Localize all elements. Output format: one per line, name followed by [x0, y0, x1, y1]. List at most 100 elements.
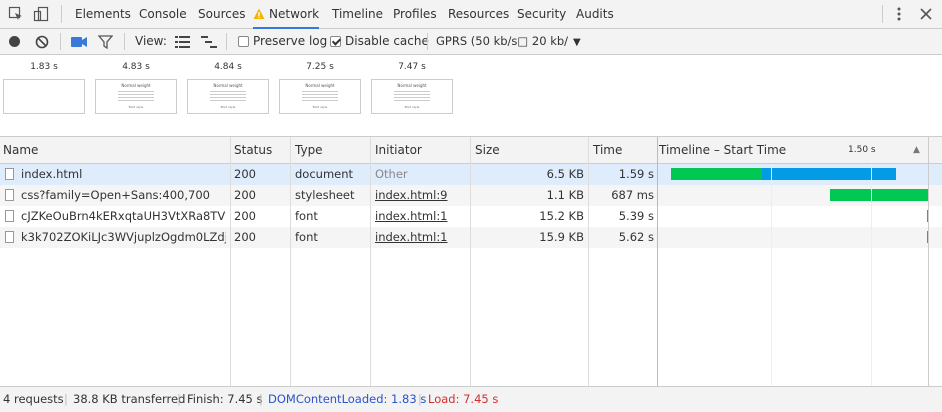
file-icon [5, 168, 14, 180]
thumbnail-text-line [210, 100, 246, 101]
network-summary-bar: 4 requests | 38.8 KB transferred | Finis… [0, 386, 942, 412]
preserve-log-box[interactable] [238, 36, 249, 47]
inspect-element-icon[interactable] [8, 6, 24, 22]
frame-timestamp: 4.83 s [122, 62, 150, 72]
view-label: View: [135, 34, 167, 48]
timeline-tick-label: 1.50 s [848, 145, 876, 155]
request-time: 5.39 s [618, 209, 654, 223]
initiator-link[interactable]: index.html:1 [375, 227, 448, 248]
request-size: 6.5 KB [546, 167, 584, 181]
file-icon [5, 210, 14, 222]
request-row[interactable]: index.html 200 document Other 6.5 KB 1.59 s [0, 164, 942, 185]
initiator-link[interactable]: index.html:1 [375, 206, 448, 227]
request-name[interactable]: css?family=Open+Sans:400,700 [21, 185, 226, 206]
column-time-header[interactable]: Time [593, 137, 622, 163]
overview-waterfall-icon[interactable] [201, 36, 217, 48]
throttling-value: GPRS (50 kb/s□ 20 kb/ [436, 34, 569, 48]
close-icon[interactable] [918, 6, 934, 22]
summary-divider: | [177, 392, 181, 406]
frame-timestamp: 4.84 s [214, 62, 242, 72]
request-status: 200 [234, 167, 256, 181]
load-time: Load: 7.45 s [428, 392, 499, 406]
network-toolbar: View: Preserve log Disable cache GPRS (5… [0, 29, 942, 55]
thumbnail-text-line [394, 91, 430, 92]
preserve-log-checkbox[interactable]: Preserve log [238, 29, 327, 54]
frame-thumbnail: Normal weight Bold style [187, 79, 269, 114]
column-name-header[interactable]: Name [3, 137, 38, 163]
thumbnail-text-line [210, 94, 246, 95]
tab-network[interactable]: Network [253, 0, 320, 31]
tab-elements[interactable]: Elements [75, 0, 131, 28]
thumbnail-text-line [210, 97, 246, 98]
clear-icon[interactable] [35, 35, 49, 49]
frame-thumbnail: Normal weight Bold style [371, 79, 453, 114]
tab-console[interactable]: Console [139, 0, 187, 28]
request-type: font [295, 230, 318, 244]
thumbnail-bold-text: Bold style [312, 105, 328, 109]
preserve-log-label: Preserve log [253, 34, 328, 48]
request-name[interactable]: cJZKeOuBrn4kERxqtaUH3VtXRa8TVwTIC... [21, 206, 226, 227]
column-divider [588, 137, 589, 386]
dom-content-loaded-time: DOMContentLoaded: 1.83 s [268, 392, 427, 406]
column-initiator-header[interactable]: Initiator [375, 137, 422, 163]
request-time: 5.62 s [618, 230, 654, 244]
thumbnail-text-line [118, 100, 154, 101]
column-timeline-header[interactable]: Timeline – Start Time [659, 137, 786, 163]
request-name[interactable]: k3k702ZOKiLJc3WVjuplzOgdm0LZdjqr5-... [21, 227, 226, 248]
thumbnail-text-line [302, 94, 338, 95]
toolbar-divider [60, 33, 61, 50]
device-mode-icon[interactable] [33, 6, 49, 22]
initiator-link[interactable]: index.html:9 [375, 185, 448, 206]
toolbar-divider [124, 33, 125, 50]
warning-icon [253, 2, 265, 31]
tab-sources[interactable]: Sources [198, 0, 245, 28]
thumbnail-bold-text: Bold style [128, 105, 144, 109]
column-divider [370, 137, 371, 386]
waiting-bar [671, 168, 763, 180]
tab-security[interactable]: Security [517, 0, 566, 28]
toolbar-divider [226, 33, 227, 50]
request-status: 200 [234, 230, 256, 244]
disable-cache-box[interactable] [330, 36, 341, 47]
request-initiator: Other [375, 167, 408, 181]
more-options-icon[interactable] [891, 6, 907, 22]
request-size: 1.1 KB [546, 188, 584, 202]
summary-divider: | [259, 392, 263, 406]
disable-cache-checkbox[interactable]: Disable cache [330, 29, 429, 54]
thumbnail-heading: Normal weight [305, 83, 335, 88]
capture-screenshots-icon[interactable] [71, 36, 87, 48]
column-divider [470, 137, 471, 386]
frame-timestamp: 7.25 s [306, 62, 334, 72]
thumbnail-text-line [118, 91, 154, 92]
finish-time: Finish: 7.45 s [187, 392, 263, 406]
thumbnail-text-line [302, 97, 338, 98]
file-icon [5, 189, 14, 201]
transferred-size: 38.8 KB transferred [73, 392, 186, 406]
request-row[interactable]: css?family=Open+Sans:400,700 200 styleshee… [0, 185, 942, 206]
toolbar-divider [427, 33, 428, 50]
disable-cache-label: Disable cache [345, 34, 429, 48]
column-type-header[interactable]: Type [295, 137, 323, 163]
waiting-bar [830, 189, 928, 201]
large-rows-icon[interactable] [175, 36, 190, 48]
throttling-select[interactable]: GPRS (50 kb/s□ 20 kb/ ▼ [436, 29, 581, 54]
request-size: 15.2 KB [539, 209, 584, 223]
request-row[interactable]: cJZKeOuBrn4kERxqtaUH3VtXRa8TVwTIC... 200 f… [0, 206, 942, 227]
tab-resources[interactable]: Resources [448, 0, 509, 28]
tab-profiles[interactable]: Profiles [393, 0, 437, 28]
column-status-header[interactable]: Status [234, 137, 272, 163]
record-icon[interactable] [8, 35, 21, 48]
tab-timeline[interactable]: Timeline [332, 0, 383, 28]
tab-audits[interactable]: Audits [576, 0, 614, 28]
request-row[interactable]: k3k702ZOKiLJc3WVjuplzOgdm0LZdjqr5-... 200… [0, 227, 942, 248]
request-status: 200 [234, 188, 256, 202]
request-table-header: Name Status Type Initiator Size Time Tim… [0, 137, 942, 164]
frame-timestamp: 7.47 s [398, 62, 426, 72]
request-name[interactable]: index.html [21, 164, 226, 185]
filter-icon[interactable] [97, 35, 114, 50]
frame-thumbnail: Normal weight Bold style [95, 79, 177, 114]
timeline-grid-line [871, 164, 872, 386]
thumbnail-text-line [118, 97, 154, 98]
column-size-header[interactable]: Size [475, 137, 500, 163]
thumbnail-heading: Normal weight [121, 83, 151, 88]
